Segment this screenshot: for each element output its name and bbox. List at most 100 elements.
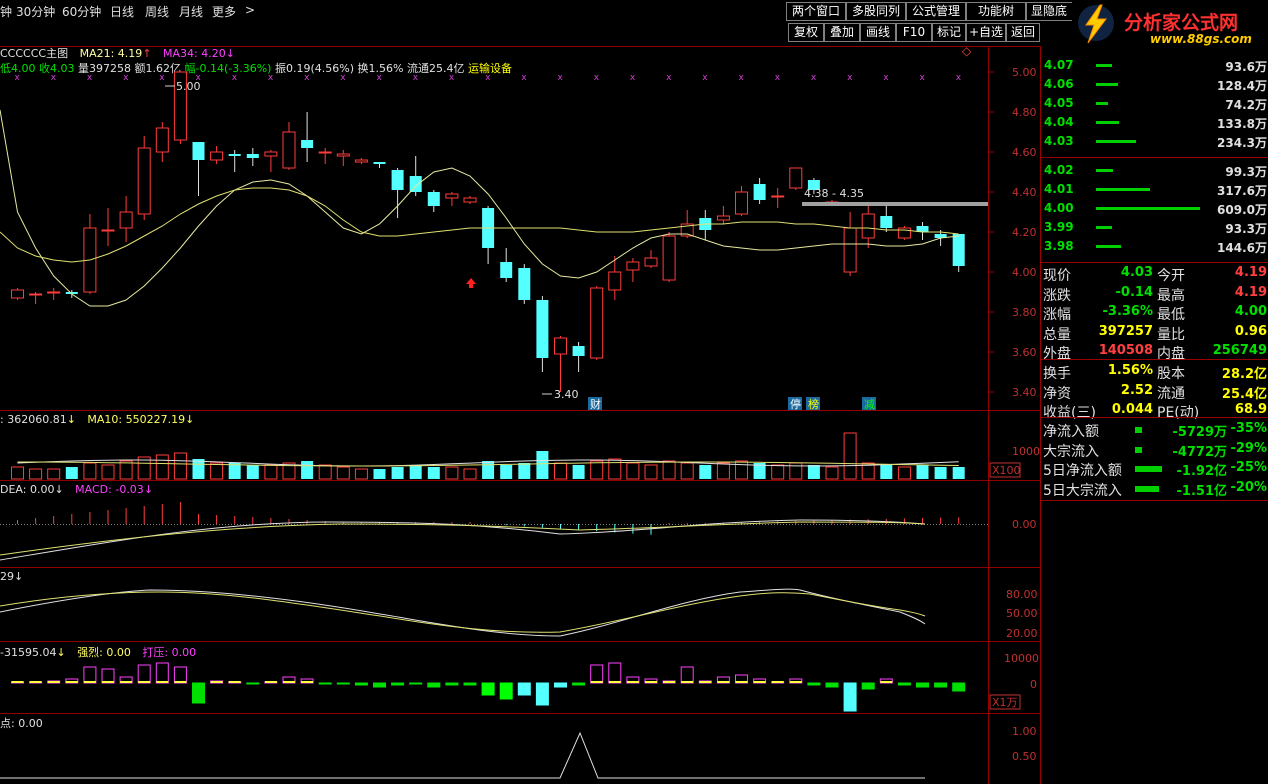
range-label: 4.38 - 4.35 <box>804 187 864 200</box>
fund-flow-strong-bar <box>283 681 295 683</box>
fund-flow-strong-bar <box>645 681 657 683</box>
orderbook-row[interactable]: 4.05 74.2万 <box>1041 94 1268 113</box>
orderbook-row[interactable]: 3.98 144.6万 <box>1041 237 1268 256</box>
candle-body[interactable] <box>463 197 477 203</box>
candle-body[interactable] <box>861 213 875 239</box>
fund-flow-strong-bar <box>681 681 694 683</box>
volume-bar <box>373 469 386 479</box>
candle-body[interactable] <box>662 235 676 281</box>
fund-flow-strong-bar <box>11 681 24 683</box>
fund-flow-bar <box>445 682 459 686</box>
candle-body[interactable] <box>427 192 440 206</box>
orderbook-row[interactable]: 4.03 234.3万 <box>1041 132 1268 151</box>
fund-flow-bar <box>680 666 694 684</box>
candle-body[interactable] <box>192 142 205 160</box>
candle-body[interactable] <box>137 147 151 215</box>
candle-body[interactable] <box>735 191 748 215</box>
last-axis-tick-1: 1.00 <box>1012 725 1037 738</box>
volume-bar <box>101 464 115 480</box>
candle-body[interactable] <box>354 159 368 163</box>
candle-body[interactable] <box>952 234 965 266</box>
candle-body[interactable] <box>373 162 386 164</box>
candle-body[interactable] <box>518 268 531 300</box>
orderbook-volume-bar <box>1096 245 1121 248</box>
orderbook-volume-bar <box>1096 169 1113 172</box>
quote-panel: 4.07 93.6万 4.06 128.4万 4.05 74.2万 4.04 133.8万 4.… <box>1040 46 1268 784</box>
candle-body[interactable] <box>572 346 585 356</box>
fund-flow-strong-bar <box>626 681 639 683</box>
candle-body[interactable] <box>119 211 133 229</box>
orderbook-volume: 317.6万 <box>1217 184 1267 198</box>
candle-body[interactable] <box>880 216 893 228</box>
candle-body[interactable] <box>101 229 115 232</box>
fund-flow-strong-bar <box>47 681 60 683</box>
kd-panel-header: 29↓ <box>0 570 24 583</box>
price-axis-tick: 3.60 <box>1012 346 1037 359</box>
candle-body[interactable] <box>500 262 513 278</box>
signal-x-marker: x <box>558 73 564 83</box>
orderbook-row[interactable]: 4.01 317.6万 <box>1041 180 1268 199</box>
candle-body[interactable] <box>155 127 169 153</box>
volume-bar <box>173 452 187 480</box>
orderbook-row[interactable]: 4.04 133.8万 <box>1041 113 1268 132</box>
volume-bar <box>518 463 531 479</box>
candle-body[interactable] <box>228 154 241 156</box>
candle-body[interactable] <box>318 151 332 154</box>
orderbook-row[interactable]: 4.00 609.0万 <box>1041 199 1268 218</box>
signal-x-marker: x <box>51 73 57 83</box>
quote-label: 现价 <box>1043 268 1071 284</box>
candle-body[interactable] <box>716 215 730 221</box>
volume-bar <box>301 461 314 479</box>
quote-row: 总量 397257 量比 0.96 <box>1041 323 1268 343</box>
candle-body[interactable] <box>409 176 422 192</box>
candle-body[interactable] <box>391 170 404 190</box>
candle-body[interactable] <box>246 154 259 158</box>
candle-body[interactable] <box>264 151 278 157</box>
quote-label: 换手 <box>1043 366 1071 382</box>
signal-x-marker: x <box>775 73 781 83</box>
volume-bar <box>409 465 422 479</box>
fund-flow-bar <box>155 662 169 684</box>
fund-flow-bar <box>427 682 441 688</box>
volume-bar <box>825 466 839 480</box>
candle-body[interactable] <box>626 261 640 271</box>
signal-x-marker: x <box>449 73 455 83</box>
candle-body[interactable] <box>11 289 24 299</box>
kd-k-line <box>0 588 926 637</box>
volume-bar <box>65 467 78 479</box>
quote-label: 流通 <box>1157 385 1185 402</box>
candle-body[interactable] <box>843 227 857 273</box>
orderbook-row[interactable]: 4.06 128.4万 <box>1041 75 1268 94</box>
candle-body[interactable] <box>536 300 549 358</box>
volume-bar <box>644 464 658 480</box>
volume-bar <box>119 460 133 480</box>
candle-body[interactable] <box>644 257 658 267</box>
candle-body[interactable] <box>771 195 785 198</box>
orderbook-volume: 99.3万 <box>1225 165 1267 179</box>
orderbook-row[interactable]: 3.99 93.3万 <box>1041 218 1268 237</box>
candle-body[interactable] <box>590 287 604 359</box>
candle-body[interactable] <box>47 291 61 294</box>
vol-ma10: MA10: 550227.19 <box>87 413 186 426</box>
candle-body[interactable] <box>789 167 803 189</box>
candle-body[interactable] <box>210 151 224 161</box>
volume-bar <box>916 465 929 479</box>
signal-x-marker: x <box>883 73 889 83</box>
volume-bar <box>735 460 748 480</box>
candle-body[interactable] <box>753 184 766 200</box>
candle-body[interactable] <box>301 140 314 148</box>
candle-body[interactable] <box>554 337 567 355</box>
candle-body[interactable] <box>336 153 350 157</box>
fund-flow-bar <box>861 682 875 690</box>
signal-x-marker: x <box>956 73 962 83</box>
orderbook-price: 4.06 <box>1044 77 1074 91</box>
candle-body[interactable] <box>282 131 296 169</box>
volume-bar <box>336 466 350 480</box>
capital-flow-row: 5日大宗流入 -1.51亿 -20% <box>1041 479 1268 499</box>
fund-flow-strong-bar <box>753 681 766 683</box>
orderbook-row[interactable]: 4.02 99.3万 <box>1041 161 1268 180</box>
candle-body[interactable] <box>29 293 43 296</box>
orderbook-row[interactable]: 4.07 93.6万 <box>1041 56 1268 75</box>
candle-body[interactable] <box>608 271 622 291</box>
candle-body[interactable] <box>445 193 459 199</box>
